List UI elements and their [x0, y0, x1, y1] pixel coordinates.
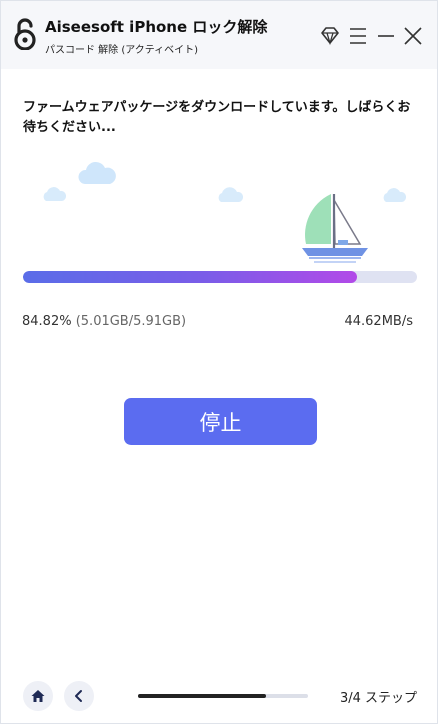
- app-title: Aiseesoft iPhone ロック解除: [45, 18, 268, 36]
- sailboat-icon: [302, 194, 368, 263]
- cloud-icon: [43, 187, 67, 201]
- download-progress-bar: [23, 271, 417, 283]
- step-indicator: 3/4 ステップ: [339, 691, 417, 706]
- cloud-icon: [383, 188, 407, 202]
- downloaded-size: (5.01GB/5.91GB): [75, 314, 187, 329]
- download-progress-fill: [23, 271, 358, 283]
- footer-bar: 3/4 ステップ: [1, 667, 437, 723]
- close-icon[interactable]: [402, 25, 424, 47]
- home-button[interactable]: [23, 681, 53, 711]
- app-subtitle: パスコード 解除 (アクティベイト): [45, 45, 199, 56]
- download-status-message: ファームウェアパッケージをダウンロードしています。しばらくお待ちください...: [23, 100, 411, 135]
- step-progress-fill: [138, 694, 266, 698]
- progress-percent: 84.82%: [22, 314, 72, 329]
- open-padlock-icon: [13, 18, 37, 51]
- title-bar: Aiseesoft iPhone ロック解除 パスコード 解除 (アクティベイト…: [1, 1, 437, 69]
- step-progress-bar: [138, 694, 308, 698]
- app-window: Aiseesoft iPhone ロック解除 パスコード 解除 (アクティベイト…: [0, 0, 438, 724]
- download-speed: 44.62MB/s: [344, 314, 413, 329]
- diamond-icon[interactable]: [319, 25, 341, 47]
- menu-icon[interactable]: [347, 25, 369, 47]
- stop-button[interactable]: 停止: [124, 398, 317, 445]
- home-icon: [31, 690, 45, 702]
- progress-info: 84.82% (5.01GB/5.91GB): [22, 314, 186, 329]
- minimize-icon[interactable]: [375, 25, 397, 47]
- chevron-left-icon: [75, 690, 82, 702]
- back-button[interactable]: [64, 681, 94, 711]
- cloud-icon: [78, 161, 116, 184]
- cloud-icon: [218, 187, 244, 202]
